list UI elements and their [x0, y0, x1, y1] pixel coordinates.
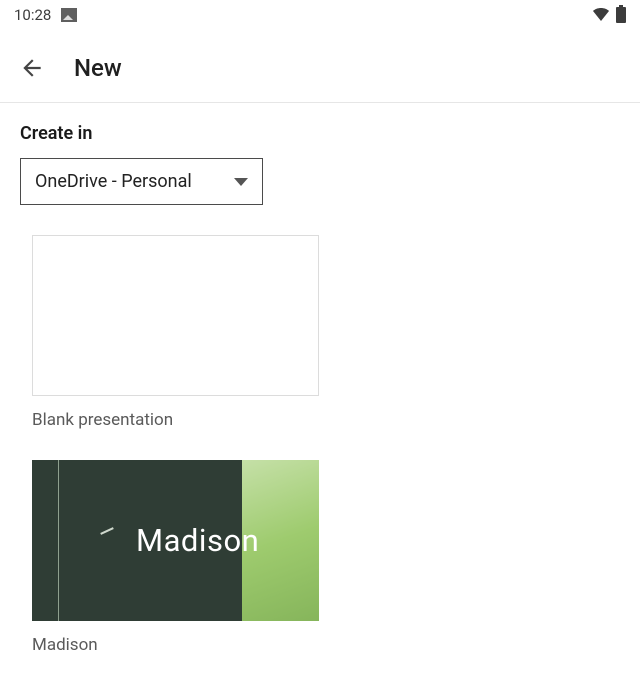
status-right — [592, 7, 626, 23]
status-time: 10:28 — [14, 6, 51, 24]
template-caption: Blank presentation — [32, 410, 319, 430]
create-in-dropdown[interactable]: OneDrive - Personal — [20, 158, 263, 205]
battery-icon — [616, 7, 626, 23]
photo-icon — [61, 8, 77, 22]
arrow-back-icon — [19, 55, 45, 81]
status-bar: 10:28 — [0, 0, 640, 30]
template-preview-text: Madison — [136, 522, 259, 559]
wifi-icon — [592, 8, 610, 22]
template-list: Blank presentation Madison Madison — [20, 235, 620, 685]
dropdown-value: OneDrive - Personal — [35, 171, 192, 192]
template-thumb-madison[interactable]: Madison — [32, 460, 319, 621]
template-thumb-blank[interactable] — [32, 235, 319, 396]
template-caption: Madison — [32, 635, 319, 655]
page-title: New — [74, 54, 122, 82]
app-header: New — [0, 40, 640, 96]
chevron-down-icon — [234, 178, 248, 186]
template-item-blank: Blank presentation — [32, 235, 319, 430]
template-item-madison: Madison Madison — [32, 460, 319, 655]
content-area: Create in OneDrive - Personal Blank pres… — [0, 103, 640, 685]
status-left: 10:28 — [14, 6, 77, 24]
create-in-label: Create in — [20, 123, 620, 144]
back-button[interactable] — [18, 54, 46, 82]
